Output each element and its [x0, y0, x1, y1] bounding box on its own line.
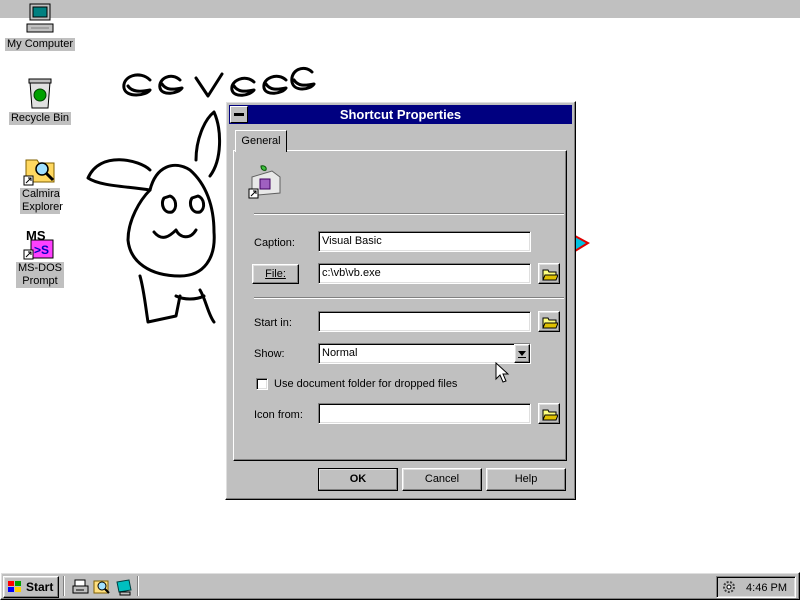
taskbar: Start 4:46 PM	[0, 572, 800, 600]
cancel-button[interactable]: Cancel	[402, 468, 482, 491]
startin-browse-button[interactable]	[538, 311, 560, 332]
ok-button[interactable]: OK	[318, 468, 398, 491]
doodle-fragment	[574, 235, 591, 252]
desktop-icon-my-computer[interactable]: My Computer	[2, 2, 78, 51]
desktop-icon-label: Recycle Bin	[8, 112, 72, 125]
explorer-shortcut-icon	[23, 152, 57, 186]
computer-icon	[23, 2, 57, 36]
taskbar-separator	[63, 576, 65, 596]
svg-text:>S: >S	[34, 243, 49, 257]
search-icon[interactable]	[92, 577, 112, 597]
doodle-letter	[290, 66, 316, 91]
file-input[interactable]: c:\vb\vb.exe	[318, 263, 531, 284]
dropped-files-option[interactable]: Use document folder for dropped files	[234, 378, 534, 392]
dialog-title: Shortcut Properties	[339, 107, 462, 122]
separator	[254, 297, 564, 299]
desktop-icon-calmira-explorer[interactable]: Calmira Explorer	[2, 152, 78, 214]
tab-general[interactable]: General	[235, 130, 287, 152]
caption-input[interactable]: Visual Basic	[318, 231, 531, 252]
windows-logo-icon	[8, 581, 21, 592]
start-label: Start	[26, 580, 54, 594]
shortcut-icon	[248, 163, 284, 199]
general-tab-panel: Caption: Visual Basic File: c:\vb\vb.exe…	[233, 150, 567, 461]
doodle-letter	[122, 73, 152, 97]
doodle-letter	[158, 74, 184, 95]
show-label: Show:	[254, 348, 285, 360]
desktop-icon-msdos-prompt[interactable]: MS >S MS-DOS Prompt	[2, 226, 78, 288]
desktop-icon-label: My Computer	[4, 38, 76, 51]
dialog-titlebar[interactable]: Shortcut Properties	[229, 105, 572, 124]
recycle-bin-icon	[23, 76, 57, 110]
iconfrom-input[interactable]	[318, 403, 531, 424]
msdos-icon: MS >S	[23, 226, 57, 260]
folder-open-icon	[542, 317, 558, 329]
printer-icon[interactable]	[71, 577, 91, 597]
file-button[interactable]: File:	[252, 264, 299, 284]
mouse-cursor-icon	[495, 362, 510, 383]
startin-label: Start in:	[254, 317, 292, 329]
doodle-letter	[230, 76, 256, 97]
clock[interactable]: 4:46 PM	[746, 580, 787, 596]
monitor-icon[interactable]	[114, 577, 134, 597]
iconfrom-browse-button[interactable]	[538, 403, 560, 424]
shortcut-properties-dialog: Shortcut Properties General Caption: Vis…	[225, 101, 576, 500]
dropped-files-label: Use document folder for dropped files	[274, 378, 458, 390]
desktop-icon-label: MS-DOS Prompt	[16, 262, 64, 288]
folder-open-icon	[542, 409, 558, 421]
taskbar-separator	[137, 576, 139, 596]
dropped-files-checkbox[interactable]	[256, 378, 268, 390]
desktop-icon-label: Calmira Explorer	[20, 188, 63, 214]
show-select[interactable]: Normal	[318, 343, 531, 364]
folder-open-icon	[542, 269, 558, 281]
iconfrom-label: Icon from:	[254, 409, 303, 421]
start-button[interactable]: Start	[3, 576, 59, 598]
doodle-letter	[194, 72, 224, 98]
dropdown-arrow-icon[interactable]	[514, 344, 530, 363]
doodle-letter	[262, 74, 288, 95]
file-browse-button[interactable]	[538, 263, 560, 284]
desktop-icon-recycle-bin[interactable]: Recycle Bin	[2, 76, 78, 125]
separator	[254, 213, 564, 215]
startin-input[interactable]	[318, 311, 531, 332]
caption-label: Caption:	[254, 237, 295, 249]
system-tray: 4:46 PM	[716, 576, 796, 598]
tray-settings-icon[interactable]	[721, 579, 737, 595]
help-button[interactable]: Help	[486, 468, 566, 491]
system-menu-icon[interactable]	[230, 106, 248, 123]
show-select-value: Normal	[322, 347, 358, 359]
